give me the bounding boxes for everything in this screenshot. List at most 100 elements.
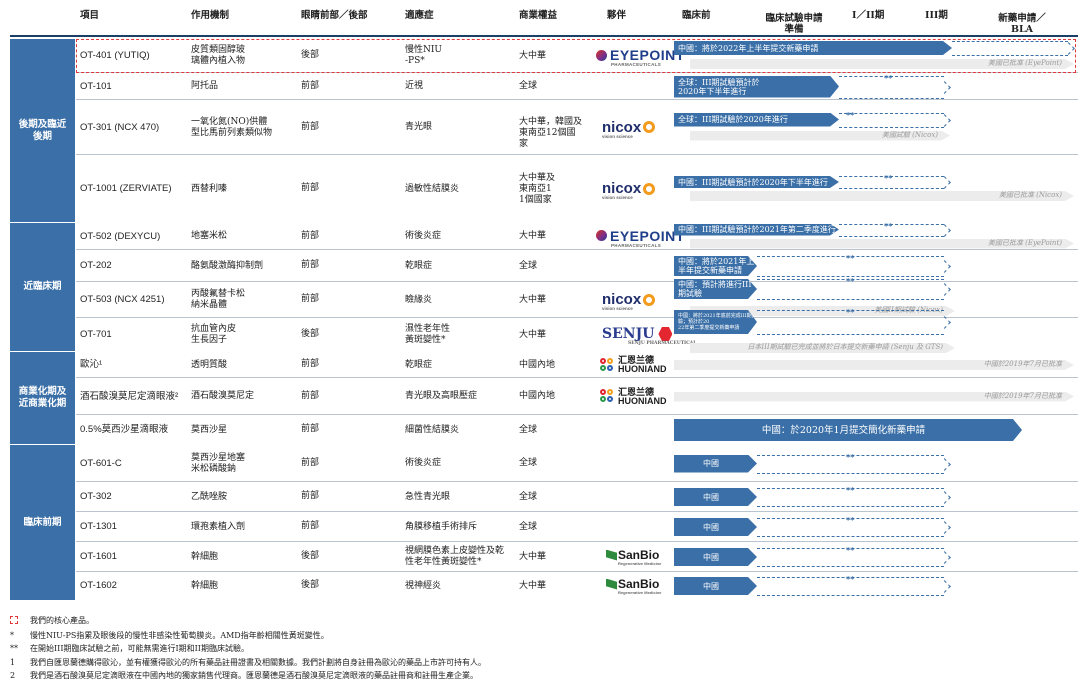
mechanism-text: 抗血管內皮 生長因子 bbox=[191, 324, 237, 345]
group-commercial: 商業化期及近商業化期 bbox=[10, 352, 75, 444]
partner-sub: vision science bbox=[602, 195, 633, 200]
partner-sub: PHARMACEUTICALS bbox=[611, 242, 661, 248]
partner-sub: vision science bbox=[602, 306, 633, 311]
status-gray-bar: 美國試驗 (Nicox) bbox=[690, 131, 950, 141]
group-late: 後期及臨近後期 bbox=[10, 39, 75, 222]
dashed-plan-bottom bbox=[757, 536, 944, 537]
eyepoint-mark-icon bbox=[596, 230, 607, 241]
commercial-rights: 大中華 bbox=[519, 329, 547, 340]
dashed-plan-bottom bbox=[757, 334, 944, 335]
group-near: 近臨床期 bbox=[10, 223, 75, 351]
pipeline-status-bar: 中國 bbox=[674, 455, 757, 473]
header-indication: 適應症 bbox=[405, 10, 434, 21]
dashed-plan-arrow bbox=[938, 316, 951, 329]
header-rule bbox=[10, 35, 1078, 37]
indication-text: 近視 bbox=[405, 81, 424, 91]
indication-text: 乾眼症 bbox=[405, 260, 433, 271]
mechanism-text: 阿托品 bbox=[191, 81, 219, 91]
footnote-core: 我們的核心產品。 bbox=[10, 616, 94, 626]
product-name: OT-1001 (ZERVIATE) bbox=[80, 183, 172, 194]
partner-sanbio-logo: SanBio Regenerative Medicine bbox=[606, 548, 661, 566]
phase-skip-star: ** bbox=[846, 254, 855, 263]
product-name: OT-202 bbox=[80, 260, 112, 271]
eye-segment: 前部 bbox=[301, 491, 320, 501]
eye-segment: 前部 bbox=[301, 230, 320, 241]
eye-segment: 前部 bbox=[301, 121, 320, 132]
commercial-rights: 全球 bbox=[519, 458, 538, 468]
mechanism-text: 乙酰唑胺 bbox=[191, 491, 228, 502]
header-nda: 新藥申請／BLA bbox=[998, 13, 1046, 35]
dashed-plan-arrow bbox=[938, 457, 951, 471]
phase-skip-star: ** bbox=[846, 575, 855, 584]
indication-text: 術後炎症 bbox=[405, 458, 442, 468]
dashed-plan-bottom bbox=[757, 566, 944, 567]
status-gray-bar: 中國於2019年7月已批准 bbox=[674, 392, 1074, 402]
indication-text: 細菌性結膜炎 bbox=[405, 424, 460, 435]
commercial-rights: 中國內地 bbox=[519, 359, 556, 370]
nicox-ring-icon bbox=[643, 121, 656, 133]
dashed-plan-arrow bbox=[938, 80, 951, 94]
indication-text: 視神經炎 bbox=[405, 580, 442, 591]
commercial-rights: 大中華 bbox=[519, 294, 547, 305]
partner-sub: Regenerative Medicine bbox=[618, 590, 662, 595]
dashed-plan-bottom bbox=[839, 235, 944, 237]
product-name: OT-101 bbox=[80, 80, 112, 92]
indication-text: 乾眼症 bbox=[405, 359, 433, 370]
row-separator bbox=[76, 281, 1078, 282]
eye-segment: 前部 bbox=[301, 424, 320, 434]
indication-text: 角膜移植手術排斥 bbox=[405, 521, 478, 532]
nicox-ring-icon bbox=[643, 293, 656, 306]
huonian-mark-icon bbox=[600, 357, 615, 373]
indication-text: 青光眼及高眼壓症 bbox=[405, 391, 478, 401]
product-name: OT-502 (DEXYCU) bbox=[80, 230, 161, 242]
indication-text: 急性青光眼 bbox=[405, 491, 451, 502]
core-product-outline bbox=[76, 39, 1076, 73]
mechanism-text: 幹細胞 bbox=[191, 551, 219, 562]
eye-segment: 前部 bbox=[301, 294, 320, 304]
header-preclinical: 臨床前 bbox=[682, 10, 711, 21]
row-separator bbox=[76, 317, 1078, 318]
pipeline-page: 項目 作用機制 眼睛前部／後部 適應症 商業權益 夥伴 臨床前 臨床試驗申請準備… bbox=[0, 0, 1080, 692]
eye-segment: 前部 bbox=[301, 260, 320, 270]
commercial-rights: 全球 bbox=[519, 491, 538, 502]
header-phase12: I／II期 bbox=[852, 10, 885, 21]
status-gray-bar: 日本III期試驗已完成並將於日本提交新藥申請 (Senju 及 GTS) bbox=[690, 343, 955, 353]
pipeline-status-bar: 中國：III期試驗預計於2021年第二季度進行 bbox=[674, 224, 839, 236]
partner-sub: SENJU PHARMACEUTICAL bbox=[628, 341, 697, 346]
pipeline-status-bar: 中國：將於2021年上 半年提交新藥申請 bbox=[674, 256, 757, 276]
row-separator bbox=[76, 511, 1078, 512]
dashed-plan-arrow bbox=[938, 283, 951, 296]
header-project: 項目 bbox=[80, 10, 100, 21]
footnote-4: 2 我們是酒石酸溴莫尼定滴眼液在中國內地的獨家銷售代理商。匯恩蘭德是酒石酸溴莫尼定… bbox=[10, 671, 478, 680]
mechanism-text: 一氧化氮(NO)供體 型比馬前列素類似物 bbox=[191, 116, 273, 138]
dashed-plan-bottom bbox=[757, 506, 944, 507]
row-separator bbox=[76, 481, 1078, 482]
eye-segment: 前部 bbox=[301, 390, 320, 401]
commercial-rights: 全球 bbox=[519, 424, 538, 435]
senju-hex-icon bbox=[658, 327, 673, 341]
product-name: OT-301 (NCX 470) bbox=[80, 121, 160, 133]
mechanism-text: 莫西沙星地塞 米松磷酸鈉 bbox=[191, 452, 246, 474]
indication-text: 青光眼 bbox=[405, 122, 433, 132]
pipeline-status-bar: 全球：III期試驗於2020年進行 bbox=[674, 113, 839, 127]
partner-huonian-logo: 汇恩兰德 HUONIAND bbox=[600, 356, 667, 374]
row-separator bbox=[76, 99, 1078, 100]
status-gray-bar: 美國已批准 (Nicox) bbox=[690, 191, 1074, 201]
dashed-plan-arrow bbox=[938, 223, 951, 237]
header-phase3: III期 bbox=[925, 10, 948, 21]
pipeline-status-bar: 中國：將於2021年底前完成III期試驗；預計於20 22年第二季度提交新藥申請 bbox=[674, 310, 757, 334]
partner-sub: Regenerative Medicine bbox=[618, 561, 662, 566]
dashed-plan-bottom bbox=[839, 188, 944, 189]
sanbio-flag-icon bbox=[606, 549, 617, 561]
row-separator bbox=[76, 377, 1078, 378]
partner-nicox-logo: nicox vision science bbox=[602, 119, 656, 139]
phase-skip-star: ** bbox=[884, 73, 893, 83]
dashed-plan-arrow bbox=[938, 551, 951, 564]
product-name: OT-601-C bbox=[80, 457, 122, 469]
eye-segment: 後部 bbox=[301, 329, 320, 339]
dashed-plan-arrow bbox=[938, 176, 951, 189]
dashed-plan-bottom bbox=[757, 472, 944, 474]
header-rights: 商業權益 bbox=[519, 10, 558, 21]
product-name: 歐沁¹ bbox=[80, 359, 103, 370]
eye-segment: 後部 bbox=[301, 551, 320, 561]
